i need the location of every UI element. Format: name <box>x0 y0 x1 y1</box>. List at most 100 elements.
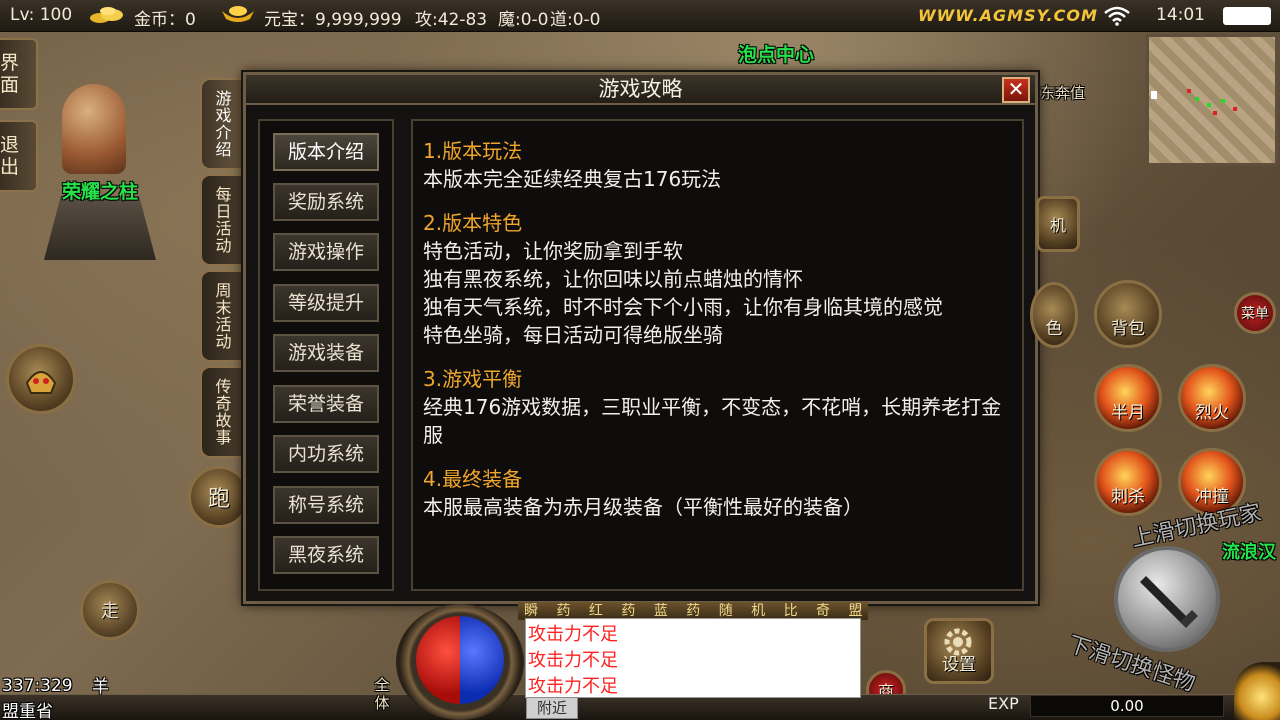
exp-value: 0.00 <box>1110 697 1144 715</box>
pet-helmet-button[interactable] <box>6 344 76 414</box>
attack-button[interactable] <box>1114 546 1220 652</box>
hp-globe <box>416 616 460 704</box>
skill-stab[interactable]: 刺杀 <box>1094 448 1162 516</box>
mp-globe <box>460 616 504 704</box>
gold-ingot-icon <box>88 3 128 25</box>
minimap-player-dot <box>1151 91 1157 99</box>
bag-button[interactable]: 背包 <box>1094 280 1162 348</box>
section-line: 特色活动，让你奖励拿到手软 <box>423 239 683 263</box>
close-button[interactable]: ✕ <box>1002 77 1030 103</box>
target-name: 羊 <box>92 677 109 697</box>
npc-label-partial: 东奔值 <box>1040 84 1086 102</box>
exp-bar: 0.00 <box>1030 695 1224 717</box>
chat-message: 攻击力不足 <box>528 650 618 671</box>
npc-label-vagrant[interactable]: 流浪汉 <box>1222 538 1276 564</box>
menu-level-up[interactable]: 等级提升 <box>273 284 379 322</box>
menu-label: 菜单 <box>1241 306 1269 322</box>
day-night-icon <box>1234 662 1280 720</box>
dialog-title: 游戏攻略 <box>598 77 683 101</box>
section-title: 3.游戏平衡 <box>423 367 523 391</box>
menu-title-system[interactable]: 称号系统 <box>273 486 379 524</box>
yuanbao-icon <box>218 3 258 25</box>
tab-daily-events-label: 每日活动 <box>212 186 232 254</box>
chat-tab-nearby[interactable]: 附近 <box>526 697 578 719</box>
minimap-npc-dot <box>1207 103 1211 107</box>
tab-game-intro[interactable]: 游戏介绍 <box>200 78 242 170</box>
clock: 14:01 <box>1156 5 1205 25</box>
machine-label: 机 <box>1049 216 1066 235</box>
chat-log[interactable]: 攻击力不足 攻击力不足 攻击力不足 <box>525 618 861 698</box>
menu-night-system[interactable]: 黑夜系统 <box>273 536 379 574</box>
tab-weekend-events-label: 周末活动 <box>212 282 232 350</box>
section-line: 独有天气系统，时不时会下个小雨，让你有身临其境的感觉 <box>423 295 943 319</box>
section-gameplay: 1.版本玩法 本版本完全延续经典复古176玩法 <box>423 137 1012 193</box>
menu-version-intro[interactable]: 版本介绍 <box>273 133 379 171</box>
glory-pillar-base <box>44 196 156 260</box>
chat-message: 攻击力不足 <box>528 624 618 645</box>
sword-icon <box>1140 576 1198 628</box>
minimap-enemy-dot <box>1187 89 1191 93</box>
tab-legend-story-label: 传奇故事 <box>212 378 232 446</box>
skill-blaze-label: 烈火 <box>1195 403 1229 423</box>
section-line: 服 <box>423 423 443 447</box>
walk-label: 走 <box>101 601 119 622</box>
machine-button[interactable]: 机 <box>1036 196 1080 252</box>
section-title: 1.版本玩法 <box>423 139 523 163</box>
chat-message: 攻击力不足 <box>528 676 618 697</box>
gold-count: 金币：0 <box>134 10 196 30</box>
section-final-gear: 4.最终装备 本服最高装备为赤月级装备（平衡性最好的装备） <box>423 465 1012 521</box>
guide-menu: 版本介绍 奖励系统 游戏操作 等级提升 游戏装备 荣誉装备 内功系统 称号系统 … <box>258 119 394 591</box>
interface-button[interactable]: 界面 <box>0 38 38 110</box>
glory-pillar-label[interactable]: 荣耀之柱 <box>62 177 138 204</box>
skill-blaze[interactable]: 烈火 <box>1178 364 1246 432</box>
menu-game-controls[interactable]: 游戏操作 <box>273 233 379 271</box>
skill-stab-label: 刺杀 <box>1111 487 1145 507</box>
exp-label: EXP <box>988 694 1019 713</box>
menu-reward-system[interactable]: 奖励系统 <box>273 183 379 221</box>
level-label: Lv: 100 <box>10 5 73 25</box>
game-guide-dialog: 游戏攻略 ✕ 版本介绍 奖励系统 游戏操作 等级提升 游戏装备 荣誉装备 内功系… <box>243 72 1038 604</box>
exit-button-label: 退出 <box>0 134 20 178</box>
dialog-title-bar: 游戏攻略 ✕ <box>246 75 1035 105</box>
menu-honor-equipment[interactable]: 荣誉装备 <box>273 385 379 423</box>
minimap[interactable] <box>1146 34 1278 166</box>
chat-scope-toggle[interactable]: 全体 <box>372 676 392 712</box>
helmet-icon <box>25 371 57 394</box>
section-line: 特色坐骑，每日活动可得绝版坐骑 <box>423 323 723 347</box>
minimap-enemy-dot <box>1233 107 1237 111</box>
bag-label: 背包 <box>1111 319 1145 339</box>
site-url: WWW.AGMSY.COM <box>918 6 1098 25</box>
skill-half-moon[interactable]: 半月 <box>1094 364 1162 432</box>
section-line: 独有黑夜系统，让你回味以前点蜡烛的情怀 <box>423 267 803 291</box>
walk-button[interactable]: 走 <box>80 580 140 640</box>
tao-stat: 道:0-0 <box>550 10 601 30</box>
gear-icon <box>934 626 982 664</box>
skill-half-moon-label: 半月 <box>1111 403 1145 423</box>
tab-game-intro-label: 游戏介绍 <box>212 90 232 158</box>
tab-legend-story[interactable]: 传奇故事 <box>200 366 242 458</box>
minimap-npc-dot <box>1195 97 1199 101</box>
battery-icon <box>1223 7 1271 25</box>
tab-weekend-events[interactable]: 周末活动 <box>200 270 242 362</box>
region-name: 盟重省 <box>2 702 53 720</box>
section-title: 4.最终装备 <box>423 467 523 491</box>
color-button[interactable]: 色 <box>1030 282 1078 348</box>
menu-game-equipment[interactable]: 游戏装备 <box>273 334 379 372</box>
minimap-enemy-dot <box>1213 111 1217 115</box>
magic-stat: 魔:0-0 <box>498 10 549 30</box>
wifi-icon <box>1104 6 1130 31</box>
npc-label-afk-center[interactable]: 泡点中心 <box>738 40 814 67</box>
menu-inner-power[interactable]: 内功系统 <box>273 435 379 473</box>
player-coords: 337:329 <box>2 676 73 696</box>
run-label: 跑 <box>207 487 230 512</box>
section-line: 经典176游戏数据，三职业平衡，不变态，不花哨，长期养老打金 <box>423 395 1002 419</box>
glory-pillar-orb <box>62 84 126 174</box>
section-line: 本版本完全延续经典复古176玩法 <box>423 167 722 191</box>
interface-button-label: 界面 <box>0 52 20 96</box>
run-button[interactable]: 跑 <box>188 466 250 528</box>
hp-mp-orb <box>396 604 524 720</box>
menu-button[interactable]: 菜单 <box>1234 292 1276 334</box>
exit-button[interactable]: 退出 <box>0 120 38 192</box>
minimap-npc-dot <box>1221 99 1225 103</box>
tab-daily-events[interactable]: 每日活动 <box>200 174 242 266</box>
